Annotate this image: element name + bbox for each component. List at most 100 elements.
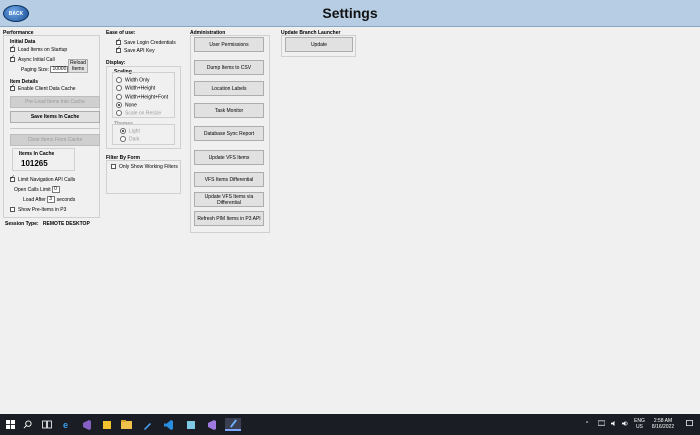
- reload-items-button[interactable]: Reload Items: [68, 59, 88, 73]
- scaling-option-none[interactable]: None: [116, 102, 137, 109]
- edge-icon[interactable]: e: [59, 418, 72, 431]
- radio-label: Width+Height+Font: [125, 94, 169, 101]
- radio-label: Light: [129, 128, 140, 135]
- vfs-items-differential-button[interactable]: VFS Items Differential: [194, 172, 264, 187]
- paging-size-row: Paging Size: 10000: [21, 66, 69, 74]
- network-icon[interactable]: [597, 420, 606, 429]
- session-type-label: Session Type:: [5, 221, 39, 227]
- visual-studio-icon[interactable]: [80, 418, 93, 431]
- location-labels-button[interactable]: Location Labels: [194, 81, 264, 96]
- ease-of-use-heading: Ease of use:: [106, 30, 136, 36]
- clear-cache-button[interactable]: Clear Items From Cache: [10, 134, 100, 146]
- divider: [10, 128, 100, 129]
- update-button[interactable]: Update: [285, 37, 353, 52]
- database-sync-report-button[interactable]: Database Sync Report: [194, 126, 264, 141]
- task-monitor-button[interactable]: Task Monitor: [194, 103, 264, 118]
- window-title: Settings: [322, 5, 378, 21]
- radio-button[interactable]: [120, 136, 126, 142]
- save-api-key-checkbox[interactable]: Save API Key: [116, 46, 155, 55]
- dump-items-csv-button[interactable]: Dump Items to CSV: [194, 60, 264, 75]
- paging-size-input[interactable]: 10000: [50, 66, 69, 73]
- checkbox-label: Only Show Working Filters: [119, 164, 178, 170]
- scaling-option-scale-on-resize[interactable]: Scale on Resize: [116, 110, 161, 117]
- taskbar: e ^ ENG US 2:58 AM 8/16/2022: [0, 414, 700, 435]
- radio-label: None: [125, 102, 137, 109]
- paging-size-label: Paging Size:: [21, 66, 50, 73]
- language-indicator[interactable]: ENG US: [634, 418, 645, 430]
- task-view-icon[interactable]: [40, 418, 53, 431]
- scaling-option-width-height[interactable]: Width+Height: [116, 85, 155, 92]
- volume-icon[interactable]: [611, 420, 618, 429]
- checkbox-label: Save API Key: [124, 48, 155, 54]
- tray-chevron-icon[interactable]: ^: [586, 421, 588, 427]
- checkbox-box[interactable]: [111, 164, 116, 170]
- radio-label: Scale on Resize: [125, 110, 162, 117]
- checkbox-label: Async Initial Call: [18, 57, 55, 63]
- enable-cache-checkbox[interactable]: Enable Client Data Cache: [10, 84, 76, 93]
- radio-button[interactable]: [116, 102, 122, 108]
- preload-cache-button[interactable]: Pre-Load Items Into Cache: [10, 96, 100, 108]
- checkbox-label: Load Items on Startup: [18, 47, 68, 53]
- windows-start-icon[interactable]: [4, 418, 17, 431]
- region-label: US: [635, 424, 643, 430]
- show-preitems-checkbox[interactable]: Show Pre-Items in P3: [10, 207, 66, 214]
- radio-button[interactable]: [116, 110, 122, 116]
- load-on-startup-checkbox[interactable]: Load Items on Startup: [10, 45, 68, 54]
- files-icon[interactable]: [184, 418, 197, 431]
- speaker-icon[interactable]: [622, 420, 629, 429]
- radio-button[interactable]: [116, 94, 122, 100]
- radio-label: Dark: [129, 136, 140, 143]
- scaling-option-width-only[interactable]: Width Only: [116, 77, 149, 84]
- checkbox-label: Enable Client Data Cache: [18, 86, 76, 92]
- visual-studio-2-icon[interactable]: [205, 418, 218, 431]
- theme-option-light[interactable]: Light: [120, 128, 140, 135]
- load-after-row: Load After 3 seconds: [23, 196, 75, 204]
- scaling-option-width-height-font[interactable]: Width+Height+Font: [116, 94, 168, 101]
- items-in-cache-heading: Items In Cache: [19, 151, 55, 157]
- vs-code-icon[interactable]: [162, 418, 175, 431]
- refresh-pim-items-button[interactable]: Refresh PIM Items in P3 API: [194, 211, 264, 226]
- load-after-unit: seconds: [56, 196, 76, 203]
- checkbox-label: Limit Navigation API Calls: [18, 177, 76, 183]
- only-working-filters-checkbox[interactable]: Only Show Working Filters: [111, 164, 178, 171]
- open-calls-input[interactable]: 0: [52, 186, 61, 193]
- open-calls-label: Open Calls Limit: [14, 186, 51, 193]
- checkbox-box[interactable]: [10, 175, 15, 183]
- checkbox-label: Show Pre-Items in P3: [18, 207, 67, 213]
- update-vfs-items-button[interactable]: Update VFS Items: [194, 150, 264, 165]
- file-explorer-icon[interactable]: [120, 418, 133, 431]
- initial-data-heading: Initial Data: [10, 39, 36, 45]
- checkbox-box[interactable]: [10, 55, 15, 63]
- checkbox-box[interactable]: [116, 46, 121, 54]
- load-after-label: Load After: [23, 196, 46, 203]
- update-vfs-via-differential-button[interactable]: Update VFS Items via Differential: [194, 192, 264, 207]
- radio-button[interactable]: [120, 128, 126, 134]
- session-type: Session Type: REMOTE DESKTOP: [5, 221, 90, 228]
- clock[interactable]: 2:58 AM 8/16/2022: [648, 418, 678, 430]
- radio-button[interactable]: [116, 85, 122, 91]
- checkbox-label: Save Login Credentials: [124, 40, 176, 46]
- async-initial-checkbox[interactable]: Async Initial Call: [10, 55, 55, 64]
- clock-date: 8/16/2022: [651, 424, 675, 430]
- radio-label: Width+Height: [125, 85, 156, 92]
- load-after-input[interactable]: 3: [47, 196, 56, 203]
- checkbox-box[interactable]: [10, 84, 15, 92]
- checkbox-box[interactable]: [10, 45, 15, 53]
- save-cache-button[interactable]: Save Items In Cache: [10, 111, 100, 123]
- title-bar: BACK Settings: [0, 0, 700, 27]
- sticky-icon[interactable]: [100, 418, 113, 431]
- session-type-value: REMOTE DESKTOP: [42, 221, 90, 227]
- checkbox-box[interactable]: [10, 207, 15, 213]
- items-in-cache-count: 101265: [21, 159, 48, 168]
- search-icon[interactable]: [21, 418, 34, 431]
- user-permissions-button[interactable]: User Permissions: [194, 37, 264, 52]
- save-login-checkbox[interactable]: Save Login Credentials: [116, 38, 176, 47]
- radio-label: Width Only: [125, 77, 150, 84]
- notifications-icon[interactable]: [686, 420, 693, 429]
- pen-icon[interactable]: [141, 418, 154, 431]
- theme-option-dark[interactable]: Dark: [120, 136, 140, 143]
- limit-api-checkbox[interactable]: Limit Navigation API Calls: [10, 175, 76, 184]
- app-active-icon[interactable]: [225, 418, 241, 431]
- checkbox-box[interactable]: [116, 38, 121, 46]
- radio-button[interactable]: [116, 77, 122, 83]
